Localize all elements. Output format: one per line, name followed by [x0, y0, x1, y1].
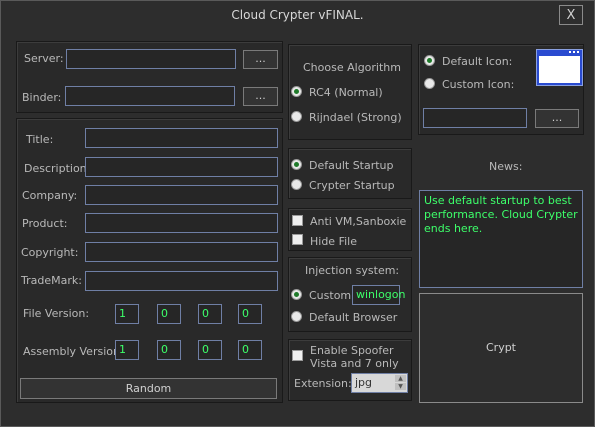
default-icon-radio[interactable]	[424, 55, 435, 66]
window-icon-preview	[536, 49, 583, 86]
product-input[interactable]	[85, 213, 278, 233]
spoofer-label-line2[interactable]: Vista and 7 only	[310, 357, 399, 370]
anti-vm-label[interactable]: Anti VM,Sanboxie	[310, 215, 406, 228]
assembly-version-minor[interactable]: 0	[157, 340, 181, 360]
custom-icon-radio[interactable]	[424, 78, 435, 89]
hide-file-label[interactable]: Hide File	[310, 235, 357, 248]
news-header: News:	[489, 160, 523, 173]
copyright-input[interactable]	[85, 242, 278, 262]
spoofer-label-line1[interactable]: Enable Spoofer	[310, 344, 394, 357]
company-input[interactable]	[85, 185, 278, 205]
trademark-label: TradeMark:	[21, 274, 82, 287]
window-icon-body	[539, 56, 580, 83]
default-startup-radio[interactable]	[291, 159, 302, 170]
window-title: Cloud Crypter vFINAL.	[231, 8, 364, 22]
company-label: Company:	[22, 189, 78, 202]
extension-label: Extension:	[294, 377, 352, 390]
file-version-minor[interactable]: 0	[157, 304, 181, 324]
assembly-version-label: Assembly Version:	[23, 345, 124, 358]
custom-icon-browse-button[interactable]: ...	[535, 109, 579, 128]
crypter-startup-label[interactable]: Crypter Startup	[309, 179, 395, 192]
title-label: Title:	[26, 133, 54, 146]
rijndael-label[interactable]: Rijndael (Strong)	[309, 111, 402, 124]
default-startup-label[interactable]: Default Startup	[309, 159, 394, 172]
default-icon-label[interactable]: Default Icon:	[442, 55, 512, 68]
copyright-label: Copyright:	[21, 246, 79, 259]
crypt-button[interactable]: Crypt	[419, 293, 583, 403]
server-browse-button[interactable]: ...	[243, 50, 278, 69]
description-label: Description:	[24, 162, 91, 175]
injection-header: Injection system:	[305, 264, 400, 277]
file-version-build[interactable]: 0	[198, 304, 222, 324]
server-label: Server:	[24, 52, 64, 65]
binder-input[interactable]	[65, 86, 235, 106]
custom-icon-path-input[interactable]	[423, 108, 527, 128]
file-version-label: File Version:	[23, 307, 90, 320]
title-bar[interactable]: Cloud Crypter vFINAL. X	[1, 1, 594, 31]
anti-vm-checkbox[interactable]	[292, 215, 303, 226]
description-input[interactable]	[85, 157, 278, 177]
close-button[interactable]: X	[559, 5, 583, 25]
crypter-window: Cloud Crypter vFINAL. X Server: ... Bind…	[0, 0, 595, 427]
assembly-version-major[interactable]: 1	[115, 340, 139, 360]
file-version-revision[interactable]: 0	[238, 304, 262, 324]
algorithm-header: Choose Algorithm	[303, 61, 401, 74]
file-version-major[interactable]: 1	[115, 304, 139, 324]
rijndael-radio[interactable]	[291, 111, 302, 122]
default-browser-radio[interactable]	[291, 311, 302, 322]
spoofer-checkbox[interactable]	[292, 350, 303, 361]
assembly-version-build[interactable]: 0	[198, 340, 222, 360]
hide-file-checkbox[interactable]	[292, 234, 303, 245]
custom-icon-label[interactable]: Custom Icon:	[442, 78, 514, 91]
extension-spin-up-icon[interactable]: ▲	[395, 375, 406, 382]
custom-injection-input[interactable]: winlogon	[352, 285, 406, 305]
binder-browse-button[interactable]: ...	[243, 87, 278, 106]
custom-injection-label[interactable]: Custom:	[309, 289, 355, 302]
custom-injection-radio[interactable]	[291, 289, 302, 300]
title-input[interactable]	[85, 128, 278, 148]
extension-spin-down-icon[interactable]: ▼	[395, 383, 406, 390]
binder-label: Binder:	[22, 91, 62, 104]
product-label: Product:	[22, 217, 68, 230]
random-button[interactable]: Random	[20, 378, 277, 399]
rc4-radio[interactable]	[291, 86, 302, 97]
trademark-input[interactable]	[85, 271, 278, 291]
crypter-startup-radio[interactable]	[291, 179, 302, 190]
default-browser-label[interactable]: Default Browser	[309, 311, 397, 324]
assembly-version-revision[interactable]: 0	[238, 340, 262, 360]
server-input[interactable]	[66, 49, 236, 69]
rc4-label[interactable]: RC4 (Normal)	[309, 86, 383, 99]
news-textbox[interactable]: Use default startup to best performance.…	[419, 190, 583, 288]
